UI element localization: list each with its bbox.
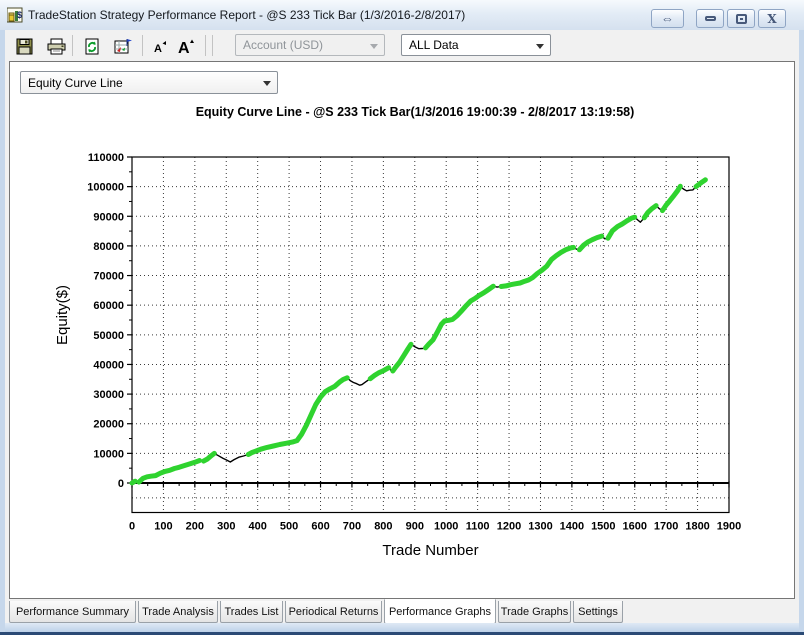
x-tick-label: 1700 xyxy=(654,521,678,533)
y-tick-label: 20000 xyxy=(93,419,124,431)
minimize-button[interactable] xyxy=(696,9,724,28)
x-tick-label: 900 xyxy=(406,521,424,533)
toolbar-separator xyxy=(212,35,213,56)
refresh-button[interactable] xyxy=(80,34,104,58)
y-tick-label: 30000 xyxy=(93,389,124,401)
restore-button[interactable] xyxy=(727,9,755,28)
chart-title: Equity Curve Line - @S 233 Tick Bar(1/3/… xyxy=(196,105,635,119)
y-tick-label: 10000 xyxy=(93,448,124,460)
tab-trades-list[interactable]: Trades List xyxy=(220,601,283,623)
title-bar[interactable]: $ TradeStation Strategy Performance Repo… xyxy=(0,0,804,31)
y-tick-label: 70000 xyxy=(93,271,124,283)
x-tick-label: 700 xyxy=(343,521,361,533)
tradestation-report-window: $ TradeStation Strategy Performance Repo… xyxy=(0,0,804,635)
data-range-combo-value: ALL Data xyxy=(409,38,459,52)
equity-curve-chart: 0 100 200 300 400 500 600 700 800 900 1000 1100 1200… xyxy=(54,105,741,559)
app-icon: $ xyxy=(7,7,23,23)
x-tick-label: 1200 xyxy=(497,521,521,533)
svg-text:A: A xyxy=(154,43,162,55)
toolbar-separator xyxy=(72,35,73,56)
y-tick-label: 110000 xyxy=(88,152,124,164)
y-tick-label: 60000 xyxy=(93,300,124,312)
x-tick-label: 600 xyxy=(311,521,329,533)
font-decrease-button[interactable]: A xyxy=(148,34,172,58)
x-axis-title: Trade Number xyxy=(382,542,478,559)
refresh-icon xyxy=(85,38,98,54)
y-tick-label: 80000 xyxy=(93,241,124,253)
x-tick-label: 1400 xyxy=(560,521,584,533)
minimize-icon xyxy=(704,16,716,21)
y-tick-label: 0 xyxy=(118,478,124,490)
x-tick-label: 200 xyxy=(186,521,204,533)
restore-icon xyxy=(735,13,747,24)
toolbar-separator xyxy=(205,35,206,56)
x-tick-label: 100 xyxy=(154,521,172,533)
x-tick-label: 1900 xyxy=(717,521,741,533)
account-combo-value: Account (USD) xyxy=(243,38,324,52)
x-tick-label: 1000 xyxy=(434,521,458,533)
tab-settings[interactable]: Settings xyxy=(573,601,623,623)
x-tick-label: 1300 xyxy=(528,521,552,533)
window-border-left xyxy=(0,30,5,635)
save-icon xyxy=(16,38,32,54)
window-border-bottom xyxy=(0,623,804,632)
x-tick-label: 400 xyxy=(249,521,267,533)
y-tick-label: 90000 xyxy=(93,211,124,223)
report-tab-bar: Performance Summary Trade Analysis Trade… xyxy=(9,599,625,625)
svg-text:A: A xyxy=(178,40,190,55)
font-increase-icon: A xyxy=(178,39,194,55)
x-tick-label: 1600 xyxy=(622,521,646,533)
dock-button[interactable]: ⇔ xyxy=(651,9,684,28)
tab-performance-graphs[interactable]: Performance Graphs xyxy=(384,599,496,624)
chevron-down-icon xyxy=(536,44,544,49)
tab-trade-analysis[interactable]: Trade Analysis xyxy=(138,601,218,623)
account-combo[interactable]: Account (USD) xyxy=(235,34,385,56)
font-decrease-icon: A xyxy=(154,40,166,55)
plot-background xyxy=(132,157,729,513)
x-tick-label: 1100 xyxy=(466,521,490,533)
y-tick-label: 100000 xyxy=(87,182,124,194)
window-border-right xyxy=(799,30,804,635)
x-tick-label: 1800 xyxy=(685,521,709,533)
print-icon xyxy=(47,38,65,54)
window-title: TradeStation Strategy Performance Report… xyxy=(28,8,466,22)
format-report-button[interactable] xyxy=(111,34,135,58)
toolbar-separator xyxy=(142,35,143,56)
y-axis-title: Equity($) xyxy=(54,285,71,345)
y-tick-label: 50000 xyxy=(93,330,124,342)
report-content: Equity Curve Line 0 100 200 300 400 500 600 700… xyxy=(9,61,795,599)
x-tick-label: 0 xyxy=(129,521,135,533)
x-tick-label: 300 xyxy=(217,521,235,533)
equity-curve-newhigh-segment xyxy=(129,478,138,486)
tab-periodical-returns[interactable]: Periodical Returns xyxy=(285,601,382,623)
y-tick-label: 40000 xyxy=(93,359,124,371)
chevron-down-icon xyxy=(370,44,378,49)
svg-text:$: $ xyxy=(17,10,22,20)
tab-trade-graphs[interactable]: Trade Graphs xyxy=(498,601,571,623)
x-tick-label: 1500 xyxy=(591,521,615,533)
data-range-combo[interactable]: ALL Data xyxy=(401,34,551,56)
print-button[interactable] xyxy=(44,34,68,58)
toolbar: A A Account (USD) ALL Data xyxy=(5,30,799,61)
save-button[interactable] xyxy=(12,34,36,58)
x-tick-label: 500 xyxy=(280,521,298,533)
tab-performance-summary[interactable]: Performance Summary xyxy=(9,601,136,623)
font-increase-button[interactable]: A xyxy=(174,34,198,58)
x-tick-label: 800 xyxy=(374,521,392,533)
close-button[interactable]: X xyxy=(758,9,786,28)
format-report-icon xyxy=(114,38,132,53)
